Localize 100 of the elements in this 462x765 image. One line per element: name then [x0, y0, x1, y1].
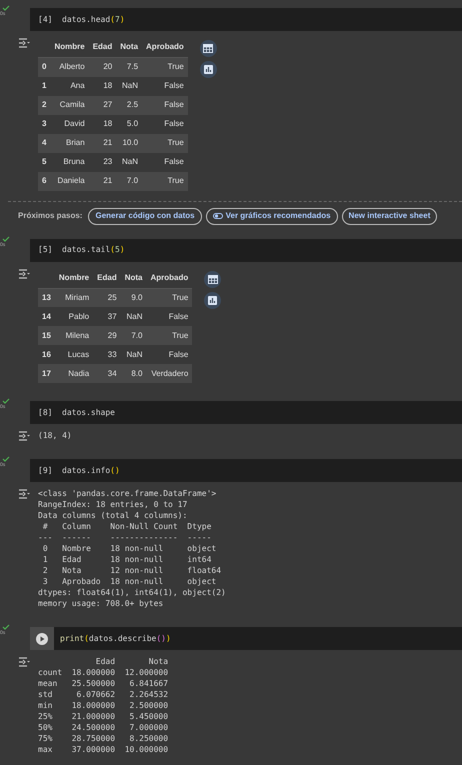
- table-cell: 7.0: [116, 172, 142, 190]
- table-cell: 37: [93, 307, 121, 326]
- table-cell: Nadia: [54, 364, 94, 383]
- bar-chart-icon[interactable]: [204, 292, 222, 308]
- table-icon[interactable]: [204, 270, 222, 288]
- table-cell: 18: [88, 76, 116, 96]
- toggle-icon: [212, 213, 223, 219]
- table-cell: 29: [93, 326, 121, 345]
- table-cell: 27: [88, 96, 116, 114]
- table-cell: Camila: [50, 96, 89, 114]
- table-cell: False: [146, 307, 192, 326]
- execution-count: [8]: [38, 406, 54, 418]
- table-cell: 10.0: [116, 134, 142, 152]
- row-index: 4: [38, 134, 50, 152]
- table-cell: 8.0: [120, 364, 146, 383]
- code-line: print(datos.describe()): [60, 632, 171, 644]
- table-cell: NaN: [116, 152, 142, 172]
- table-cell: Pablo: [54, 307, 94, 326]
- table-icon[interactable]: [200, 40, 217, 57]
- table-cell: Alberto: [50, 58, 89, 76]
- table-cell: 7.5: [116, 58, 142, 76]
- check-icon: [2, 456, 10, 462]
- output-line: std 6.070662 2.264532: [38, 689, 168, 700]
- output-toggle-icon[interactable]: [18, 489, 30, 499]
- table-cell: Ana: [50, 76, 89, 96]
- check-icon: [2, 236, 10, 242]
- output-line: Data columns (total 4 columns):: [38, 510, 188, 521]
- table-cell: 23: [88, 152, 116, 172]
- output-toggle-icon[interactable]: [18, 38, 30, 48]
- table-cell: 18: [88, 114, 116, 134]
- table-cell: False: [142, 96, 188, 114]
- play-icon: [36, 632, 48, 644]
- table-cell: 7.0: [120, 326, 146, 345]
- output-line: 2 Nota 12 non-null float64: [42, 565, 222, 576]
- table-cell: NaN: [120, 345, 146, 364]
- execution-count: [4]: [38, 14, 54, 26]
- execution-count: [9]: [38, 464, 54, 476]
- table-cell: False: [142, 152, 188, 172]
- table-cell: 2.5: [116, 96, 142, 114]
- row-index: 5: [38, 152, 50, 172]
- table-cell: False: [142, 76, 188, 96]
- table-cell: NaN: [116, 76, 142, 96]
- row-index: 17: [38, 364, 55, 383]
- column-header: Edad: [93, 268, 121, 288]
- row-index: 2: [38, 96, 50, 114]
- column-header: Aprobado: [142, 37, 188, 58]
- table-cell: True: [142, 172, 188, 190]
- suggestion-button[interactable]: Ver gráficos recomendados: [206, 208, 338, 224]
- column-header: Nombre: [50, 37, 89, 58]
- table-cell: Verdadero: [146, 364, 192, 383]
- check-icon: [2, 624, 10, 630]
- output-line: memory usage: 708.0+ bytes: [38, 598, 164, 609]
- row-index: 6: [38, 172, 50, 190]
- table-cell: True: [142, 58, 188, 76]
- row-index: 1: [38, 76, 50, 96]
- table-cell: Milena: [54, 326, 94, 345]
- table-cell: 34: [93, 364, 121, 383]
- row-index: 13: [38, 288, 55, 307]
- execution-count: [5]: [38, 244, 54, 256]
- table-cell: 21: [88, 172, 116, 190]
- check-icon: [2, 398, 10, 404]
- table-cell: 33: [93, 345, 121, 364]
- check-icon: [2, 5, 10, 11]
- table-cell: Brian: [50, 134, 89, 152]
- output-line: Edad Nota: [94, 656, 168, 667]
- output-line: count 18.000000 12.000000: [38, 667, 168, 678]
- code-line: datos.info(): [62, 464, 120, 476]
- output-line: dtypes: float64(1), int64(1), object(2): [38, 587, 226, 598]
- bar-chart-icon[interactable]: [200, 61, 217, 78]
- table-cell: 25: [93, 288, 121, 307]
- next-steps-label: Próximos pasos:: [18, 210, 82, 222]
- column-header: Nombre: [54, 268, 94, 288]
- suggestion-button[interactable]: Generar código con datos: [88, 208, 202, 224]
- output-line: min 18.000000 2.500000: [38, 700, 168, 711]
- table-cell: NaN: [120, 307, 146, 326]
- column-header: Nota: [120, 268, 146, 288]
- output-toggle-icon[interactable]: [18, 657, 30, 667]
- table-cell: False: [142, 114, 188, 134]
- row-index: 0: [38, 58, 50, 76]
- code-line: datos.head(7): [62, 14, 125, 26]
- output-line: <class 'pandas.core.frame.DataFrame'>: [38, 488, 218, 499]
- column-header: Nota: [116, 37, 142, 58]
- output-line: --- ------ -------------- -----: [38, 532, 212, 543]
- output-line: # Column Non-Null Count Dtype: [42, 521, 212, 532]
- output-line: (18, 4): [38, 430, 72, 441]
- table-cell: 21: [88, 134, 116, 152]
- row-index: 16: [38, 345, 55, 364]
- table-cell: Bruna: [50, 152, 89, 172]
- output-toggle-icon[interactable]: [18, 268, 30, 278]
- row-index: 14: [38, 307, 55, 326]
- output-line: 75% 28.750000 8.250000: [38, 733, 168, 744]
- output-line: 0 Nombre 18 non-null object: [42, 543, 218, 554]
- table-cell: David: [50, 114, 89, 134]
- code-line: datos.tail(5): [62, 244, 125, 256]
- suggestion-button[interactable]: New interactive sheet: [342, 208, 438, 224]
- run-button[interactable]: [30, 627, 54, 650]
- output-toggle-icon[interactable]: [18, 431, 30, 441]
- output-line: 3 Aprobado 18 non-null object: [42, 576, 218, 587]
- table-cell: True: [146, 288, 192, 307]
- column-header: Edad: [88, 37, 116, 58]
